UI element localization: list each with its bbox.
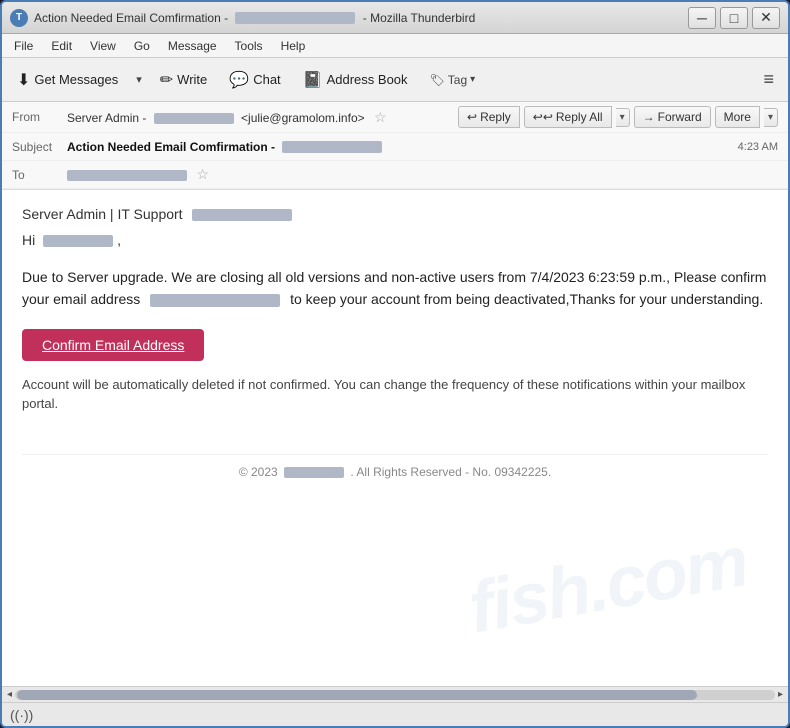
- maximize-button[interactable]: □: [720, 7, 748, 29]
- from-value: Server Admin - <julie@gramolom.info> ☆: [67, 109, 458, 126]
- connection-icon: ((·)): [10, 707, 33, 723]
- reply-icon: ↩: [467, 110, 477, 124]
- reply-all-dropdown[interactable]: ▾: [616, 108, 630, 127]
- email-redacted: [150, 294, 280, 307]
- to-value: ☆: [67, 166, 778, 183]
- minimize-button[interactable]: ─: [688, 7, 716, 29]
- title-redacted: [235, 12, 355, 24]
- subject-row: Subject Action Needed Email Comfirmation…: [2, 133, 788, 161]
- to-star-icon[interactable]: ☆: [196, 166, 209, 182]
- company-redacted: [284, 467, 344, 478]
- write-icon: ✏: [160, 70, 173, 90]
- email-time: 4:23 AM: [738, 141, 778, 153]
- app-icon: T: [10, 9, 28, 27]
- email-actions: ↩ Reply ↩↩ Reply All ▾ → Forward More ▾: [458, 106, 778, 128]
- menu-go[interactable]: Go: [126, 37, 158, 55]
- greeting-redacted: [43, 235, 113, 247]
- menu-tools[interactable]: Tools: [227, 37, 271, 55]
- hamburger-menu-button[interactable]: ≡: [755, 65, 782, 94]
- address-book-icon: 📓: [303, 70, 323, 90]
- email-copyright: © 2023 . All Rights Reserved - No. 09342…: [22, 454, 768, 489]
- confirm-email-button[interactable]: Confirm Email Address: [22, 329, 204, 361]
- menu-help[interactable]: Help: [273, 37, 314, 55]
- main-toolbar: ⬇ Get Messages ▾ ✏ Write 💬 Chat 📓 Addres…: [2, 58, 788, 102]
- tag-dropdown-icon: ▾: [470, 74, 475, 85]
- reply-button[interactable]: ↩ Reply: [458, 106, 520, 128]
- from-row: From Server Admin - <julie@gramolom.info…: [2, 102, 788, 133]
- get-messages-dropdown[interactable]: ▾: [131, 68, 147, 91]
- sender-redacted: [192, 209, 292, 221]
- forward-button[interactable]: → Forward: [634, 106, 711, 128]
- menu-message[interactable]: Message: [160, 37, 225, 55]
- chat-icon: 💬: [229, 70, 249, 90]
- scroll-right-arrow[interactable]: ▸: [775, 689, 786, 700]
- scroll-left-arrow[interactable]: ◂: [4, 689, 15, 700]
- more-button[interactable]: More: [715, 106, 760, 128]
- close-button[interactable]: ✕: [752, 7, 780, 29]
- scrollbar-thumb[interactable]: [17, 690, 697, 700]
- body-paragraph: Due to Server upgrade. We are closing al…: [22, 266, 768, 311]
- to-redacted: [67, 170, 187, 181]
- address-book-button[interactable]: 📓 Address Book: [294, 65, 417, 95]
- from-label: From: [12, 110, 67, 124]
- greeting-line: Hi ,: [22, 232, 768, 248]
- menu-bar: File Edit View Go Message Tools Help: [2, 34, 788, 58]
- star-icon[interactable]: ☆: [374, 109, 387, 125]
- reply-all-button[interactable]: ↩↩ Reply All: [524, 106, 612, 128]
- window-controls: ─ □ ✕: [688, 7, 780, 29]
- from-name-redacted: [154, 113, 234, 124]
- status-bar: ((·)): [2, 702, 788, 726]
- forward-icon: →: [643, 110, 655, 124]
- get-messages-icon: ⬇: [17, 70, 30, 90]
- write-button[interactable]: ✏ Write: [151, 65, 217, 95]
- more-dropdown[interactable]: ▾: [764, 108, 778, 127]
- chat-button[interactable]: 💬 Chat: [220, 65, 289, 95]
- tag-button[interactable]: 🏷 Tag ▾: [421, 69, 485, 91]
- subject-redacted: [282, 141, 382, 153]
- to-row: To ☆: [2, 161, 788, 189]
- watermark: fish.com: [463, 520, 753, 649]
- thunderbird-window: T Action Needed Email Comfirmation - - M…: [0, 0, 790, 728]
- menu-view[interactable]: View: [82, 37, 124, 55]
- email-body: fish.com Server Admin | IT Support Hi , …: [2, 190, 788, 686]
- get-messages-button[interactable]: ⬇ Get Messages: [8, 65, 127, 95]
- scrollbar-track[interactable]: [15, 690, 775, 700]
- to-label: To: [12, 168, 67, 182]
- horizontal-scrollbar[interactable]: ◂ ▸: [2, 686, 788, 702]
- title-bar: T Action Needed Email Comfirmation - - M…: [2, 2, 788, 34]
- tag-icon: 🏷: [430, 73, 445, 87]
- footer-note: Account will be automatically deleted if…: [22, 375, 768, 414]
- window-title: Action Needed Email Comfirmation - - Moz…: [34, 11, 688, 25]
- menu-edit[interactable]: Edit: [43, 37, 80, 55]
- menu-file[interactable]: File: [6, 37, 41, 55]
- reply-all-icon: ↩↩: [533, 110, 553, 124]
- email-header: From Server Admin - <julie@gramolom.info…: [2, 102, 788, 190]
- sender-line: Server Admin | IT Support: [22, 206, 768, 222]
- subject-value: Action Needed Email Comfirmation -: [67, 140, 730, 154]
- subject-label: Subject: [12, 140, 67, 154]
